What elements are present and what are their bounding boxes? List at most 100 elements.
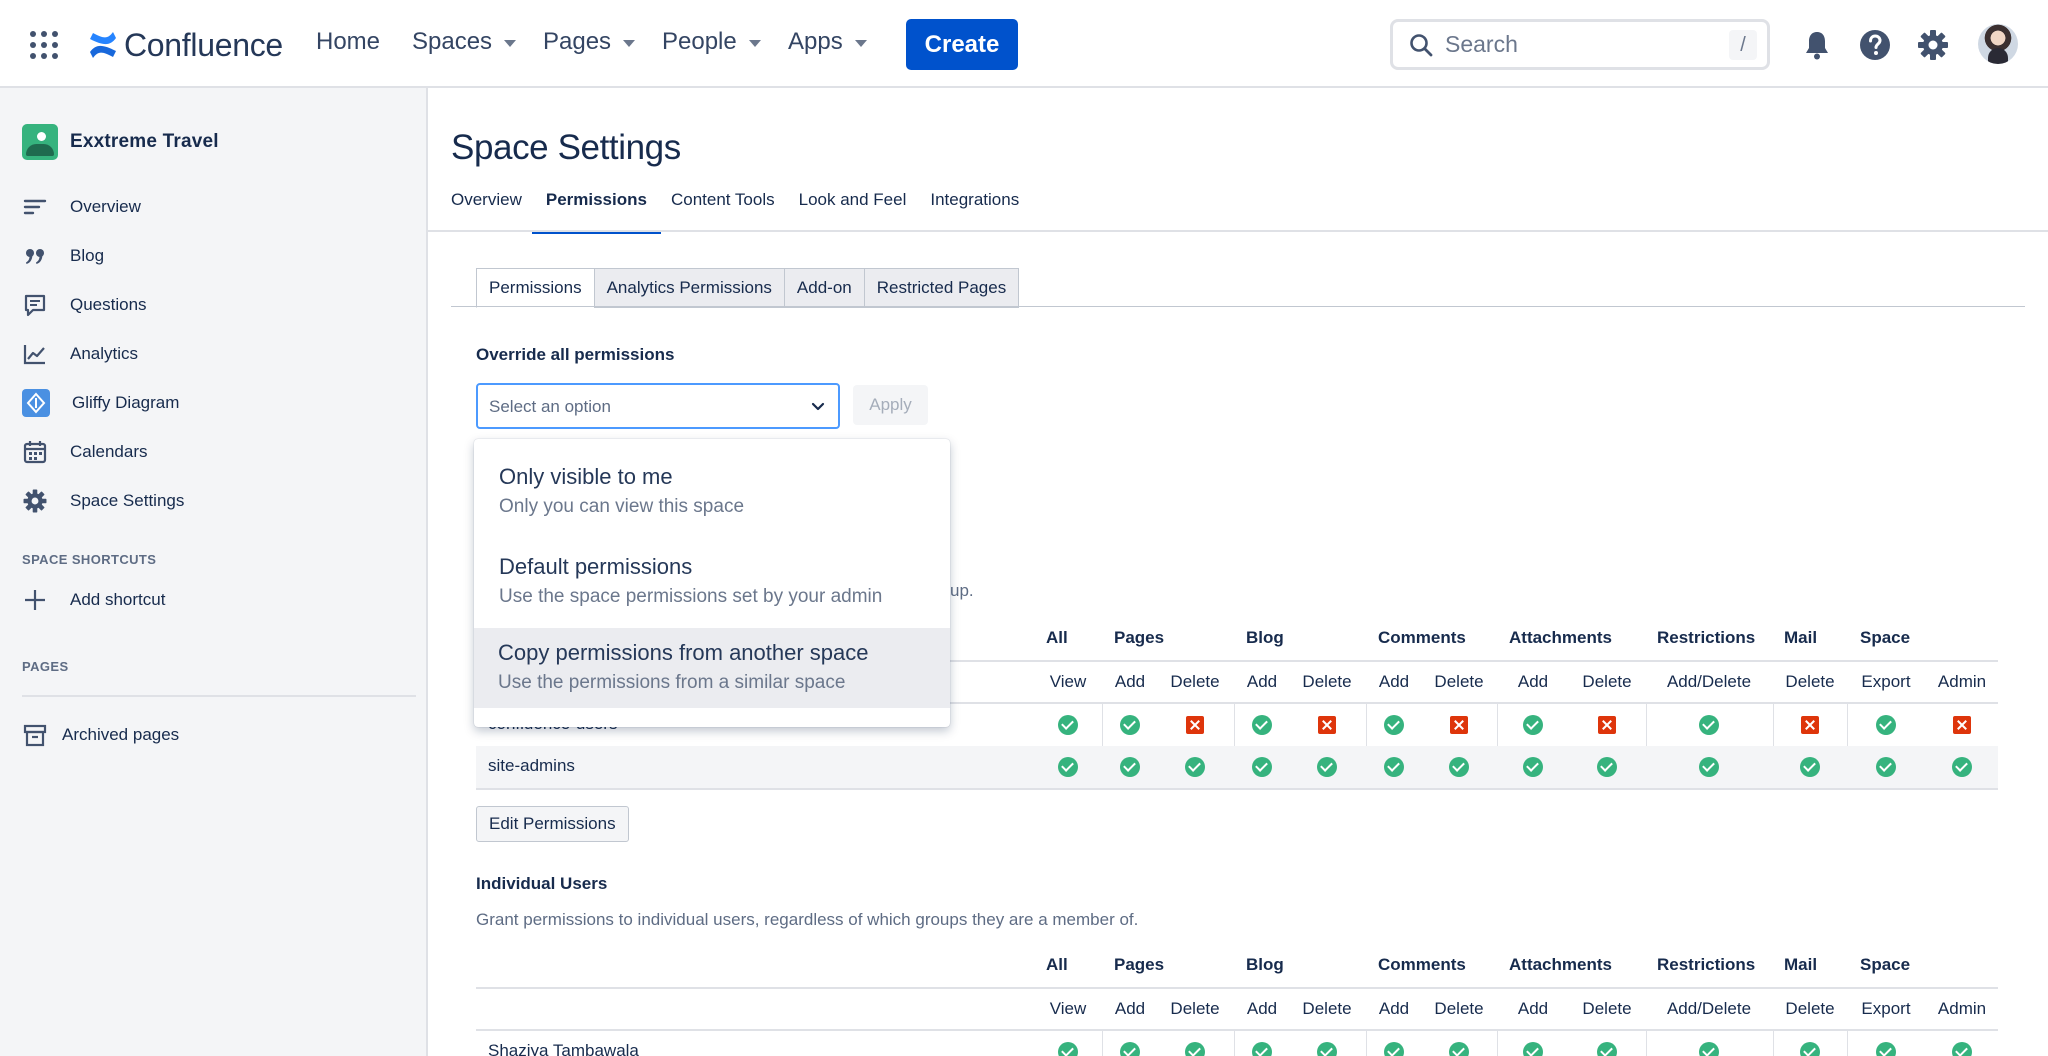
column-header: Export: [1861, 999, 1911, 1018]
subtab-permissions[interactable]: Permissions: [476, 268, 594, 308]
option-default-permissions[interactable]: Default permissions Use the space permis…: [474, 554, 950, 624]
nav-pages[interactable]: Pages: [543, 28, 636, 56]
check-icon: [1876, 715, 1896, 735]
check-icon: [1384, 1042, 1404, 1056]
check-icon: [1317, 1042, 1337, 1056]
sidebar-item-label: Gliffy Diagram: [72, 393, 180, 412]
check-icon: [1449, 757, 1469, 777]
tab-permissions[interactable]: Permissions: [531, 190, 662, 234]
row-name: site-admins: [488, 756, 575, 775]
option-description: Use the permissions from a similar space: [498, 672, 846, 693]
edit-permissions-button[interactable]: Edit Permissions: [476, 806, 629, 842]
option-only-visible-to-me[interactable]: Only visible to me Only you can view thi…: [474, 464, 950, 534]
sidebar-item-overview[interactable]: Overview: [22, 192, 141, 222]
settings-gear-icon[interactable]: [1916, 28, 1950, 62]
subtab-add-on[interactable]: Add-on: [783, 268, 864, 308]
check-icon: [1800, 1042, 1820, 1056]
check-icon: [1952, 757, 1972, 777]
space-header[interactable]: Exxtreme Travel: [22, 124, 219, 160]
column-header: Add: [1246, 999, 1278, 1018]
user-avatar[interactable]: [1978, 24, 2018, 64]
column-header: Add: [1378, 999, 1410, 1018]
subtab-restricted-pages[interactable]: Restricted Pages: [863, 268, 1020, 308]
individual-users-heading: Individual Users: [476, 874, 608, 893]
sidebar-item-calendars[interactable]: Calendars: [22, 437, 148, 467]
check-icon: [1317, 757, 1337, 777]
column-header: Delete: [1785, 672, 1835, 691]
override-options-menu: Only visible to me Only you can view thi…: [474, 439, 950, 727]
override-permissions-label: Override all permissions: [476, 345, 675, 364]
user-permission-row: Shaziya Tambawala: [476, 1031, 1998, 1056]
check-icon: [1384, 715, 1404, 735]
check-icon: [1185, 1042, 1205, 1056]
help-icon[interactable]: [1858, 28, 1892, 62]
check-icon: [1699, 757, 1719, 777]
nav-apps[interactable]: Apps: [788, 28, 867, 56]
settings-tabs: Overview Permissions Content Tools Look …: [451, 190, 1043, 234]
sidebar-item-analytics[interactable]: Analytics: [22, 339, 138, 369]
option-title: Only visible to me: [499, 464, 673, 489]
sidebar-item-archived-pages[interactable]: Archived pages: [22, 720, 179, 750]
cross-icon: [1953, 716, 1971, 734]
check-icon: [1252, 757, 1272, 777]
apply-button[interactable]: Apply: [853, 385, 928, 425]
column-header: Add: [1114, 672, 1146, 691]
search-input[interactable]: Search /: [1390, 19, 1770, 70]
add-shortcut-button[interactable]: Add shortcut: [22, 585, 165, 615]
column-group-mail: Mail: [1784, 628, 1818, 647]
sidebar-item-questions[interactable]: Questions: [22, 290, 147, 320]
option-copy-permissions[interactable]: Copy permissions from another space Use …: [474, 628, 950, 708]
column-group-restrictions: Restrictions: [1657, 955, 1756, 974]
nav-home[interactable]: Home: [316, 28, 380, 56]
tab-look-and-feel[interactable]: Look and Feel: [799, 190, 907, 234]
add-shortcut-label: Add shortcut: [70, 590, 166, 609]
nav-spaces[interactable]: Spaces: [412, 28, 517, 56]
nav-spaces-label: Spaces: [412, 28, 493, 55]
subtab-analytics-permissions[interactable]: Analytics Permissions: [593, 268, 784, 308]
sidebar: Exxtreme Travel Overview Blog Questions …: [0, 88, 428, 1056]
sidebar-item-space-settings[interactable]: Space Settings: [22, 486, 184, 516]
check-icon: [1952, 1042, 1972, 1056]
column-header: Delete: [1302, 999, 1352, 1018]
tab-content-tools[interactable]: Content Tools: [671, 190, 775, 234]
tab-overview[interactable]: Overview: [451, 190, 522, 234]
speech-bubble-icon: [24, 294, 46, 317]
app-switcher-icon[interactable]: [30, 31, 58, 59]
select-placeholder: Select an option: [489, 397, 611, 416]
column-group-comments: Comments: [1378, 628, 1466, 647]
check-icon: [1449, 1042, 1469, 1056]
groups-helper-text: up.: [950, 581, 974, 600]
column-group-space: Space: [1860, 628, 1911, 647]
sidebar-item-label: Analytics: [70, 344, 139, 363]
check-icon: [1252, 715, 1272, 735]
column-group-restrictions: Restrictions: [1657, 628, 1756, 647]
sidebar-item-blog[interactable]: Blog: [22, 241, 104, 271]
column-group-attachments: Attachments: [1509, 955, 1612, 974]
check-icon: [1699, 1042, 1719, 1056]
cross-icon: [1801, 716, 1819, 734]
column-header: Add: [1517, 999, 1549, 1018]
search-placeholder: Search: [1445, 31, 1518, 57]
nav-people[interactable]: People: [662, 28, 761, 56]
override-permissions-select[interactable]: Select an option: [476, 383, 840, 429]
space-name: Exxtreme Travel: [70, 131, 219, 152]
header-divider: [476, 987, 1998, 989]
column-header: Delete: [1582, 672, 1632, 691]
gear-icon: [23, 489, 47, 513]
confluence-logo[interactable]: Confluence: [88, 24, 283, 66]
chevron-down-icon: [748, 39, 761, 47]
column-header: Delete: [1434, 999, 1484, 1018]
column-group-comments: Comments: [1378, 955, 1466, 974]
column-header: Add: [1114, 999, 1146, 1018]
column-header: View: [1049, 999, 1087, 1018]
row-divider: [476, 788, 1998, 790]
column-group-blog: Blog: [1246, 628, 1284, 647]
sidebar-item-label: Questions: [70, 295, 147, 314]
sidebar-item-gliffy-diagram[interactable]: Gliffy Diagram: [22, 388, 179, 418]
chevron-down-icon: [504, 39, 517, 47]
notifications-bell-icon[interactable]: [1800, 28, 1834, 62]
create-button[interactable]: Create: [906, 19, 1018, 70]
column-group-pages: Pages: [1114, 955, 1165, 974]
chevron-down-icon: [623, 39, 636, 47]
tab-integrations[interactable]: Integrations: [930, 190, 1019, 234]
